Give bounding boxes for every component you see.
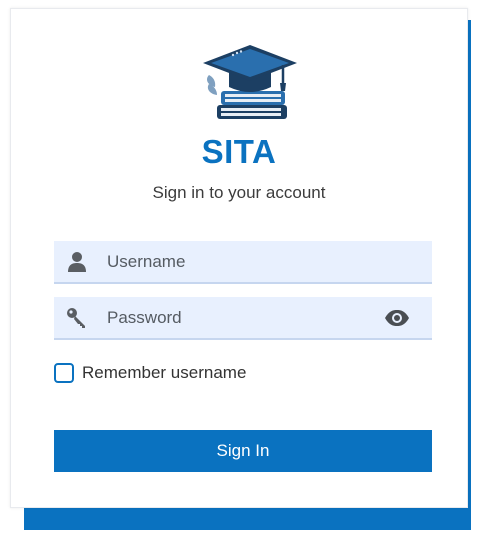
remember-label: Remember username bbox=[82, 363, 247, 382]
password-placeholder: Password bbox=[107, 308, 182, 327]
page-subtitle: Sign in to your account bbox=[152, 183, 326, 202]
username-placeholder: Username bbox=[107, 252, 186, 271]
graduation-cap-books-icon bbox=[203, 45, 297, 119]
key-icon bbox=[67, 308, 85, 328]
user-icon bbox=[68, 252, 86, 272]
login-card: SITA Sign in to your account Username Pa… bbox=[10, 8, 468, 508]
remember-checkbox[interactable] bbox=[54, 363, 74, 383]
remember-username-toggle[interactable]: Remember username bbox=[54, 362, 246, 384]
password-field[interactable]: Password bbox=[54, 297, 432, 340]
username-field[interactable]: Username bbox=[54, 241, 432, 284]
sign-in-button[interactable]: Sign In bbox=[54, 430, 432, 472]
brand-name: SITA bbox=[201, 133, 277, 170]
eye-icon[interactable] bbox=[384, 309, 410, 327]
